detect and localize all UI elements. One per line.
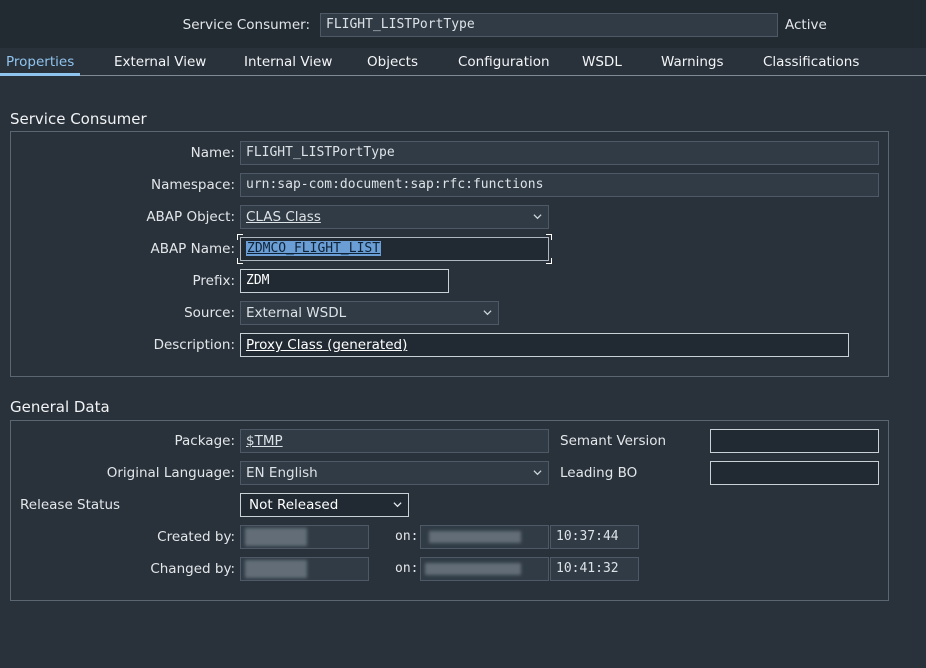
active-tab-indicator [0,73,80,76]
leading-bo-label: Leading BO [560,465,638,481]
release-status-label: Release Status [20,497,121,513]
focus-corner-bl [237,258,243,264]
tab-configuration[interactable]: Configuration [458,52,550,72]
service-consumer-field[interactable]: FLIGHT_LISTPortType [320,13,778,37]
created-by-label: Created by: [157,529,235,545]
service-consumer-group-title: Service Consumer [10,110,147,128]
redacted-date [425,563,521,575]
original-language-label: Original Language: [106,465,235,481]
namespace-field[interactable]: urn:sap-com:document:sap:rfc:functions [240,173,879,197]
changed-on-date-field[interactable] [420,557,549,581]
chevron-down-icon[interactable] [483,308,492,317]
semant-version-field[interactable] [710,429,879,453]
source-label: Source: [184,305,235,321]
created-on-label: on: [395,529,419,544]
tab-properties[interactable]: Properties [6,52,74,72]
tab-objects[interactable]: Objects [367,52,418,72]
package-label: Package: [174,433,235,449]
tab-warnings[interactable]: Warnings [661,52,724,72]
package-field[interactable]: $TMP [240,429,549,453]
redacted-user [245,528,307,546]
source-select[interactable]: External WSDL [240,301,499,325]
leading-bo-field[interactable] [710,461,879,485]
abap-name-value: ZDMCO_FLIGHT_LIST [246,241,382,256]
status-text: Active [785,17,827,33]
changed-on-label: on: [395,561,419,576]
created-on-date-field[interactable] [420,525,549,549]
abap-name-label: ABAP Name: [150,241,235,257]
original-language-value: EN English [246,465,318,481]
tab-external-view[interactable]: External View [114,52,206,72]
tab-strip: Properties External View Internal View O… [0,48,926,76]
name-field[interactable]: FLIGHT_LISTPortType [240,141,879,165]
service-consumer-label: Service Consumer: [182,17,310,33]
abap-object-label: ABAP Object: [146,209,235,225]
focus-corner-br [546,258,552,264]
redacted-date [429,531,521,543]
prefix-label: Prefix: [192,273,235,289]
original-language-select[interactable]: EN English [240,461,549,485]
description-label: Description: [153,337,235,353]
package-value: $TMP [246,433,283,449]
prefix-field[interactable]: ZDM [240,269,449,293]
changed-time-field[interactable]: 10:41:32 [550,557,639,581]
abap-object-value: CLAS Class [246,209,321,225]
tab-classifications[interactable]: Classifications [763,52,859,72]
tab-wsdl[interactable]: WSDL [582,52,622,72]
name-label: Name: [190,145,235,161]
namespace-label: Namespace: [151,177,235,193]
description-value: Proxy Class (generated) [246,337,408,353]
chevron-down-icon[interactable] [533,468,542,477]
changed-by-label: Changed by: [150,561,235,577]
redacted-user [245,560,307,578]
changed-by-field[interactable] [240,557,369,581]
focus-corner-tl [237,234,243,240]
source-value: External WSDL [246,305,347,321]
semant-version-label: Semant Version [560,433,667,449]
focus-corner-tr [546,234,552,240]
tab-internal-view[interactable]: Internal View [244,52,332,72]
release-status-select[interactable]: Not Released [240,493,409,517]
general-data-group-title: General Data [10,398,110,416]
abap-object-select[interactable]: CLAS Class [240,205,549,229]
release-status-value: Not Released [249,497,339,513]
chevron-down-icon[interactable] [533,212,542,221]
created-time-field[interactable]: 10:37:44 [550,525,639,549]
chevron-down-icon[interactable] [393,500,402,509]
created-by-field[interactable] [240,525,369,549]
abap-name-field[interactable]: ZDMCO_FLIGHT_LIST [240,237,549,261]
description-field[interactable]: Proxy Class (generated) [240,333,849,357]
